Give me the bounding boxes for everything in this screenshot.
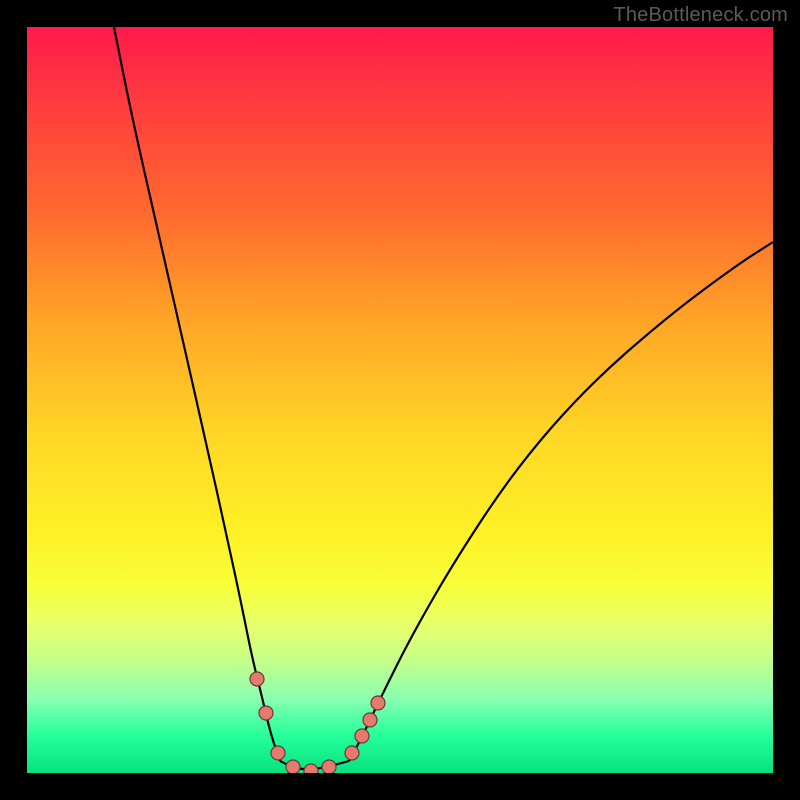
data-marker	[250, 672, 264, 686]
data-marker	[304, 764, 318, 773]
data-marker	[355, 729, 369, 743]
data-marker	[371, 696, 385, 710]
chart-plot-area	[27, 27, 773, 773]
data-marker	[259, 706, 273, 720]
data-marker	[363, 713, 377, 727]
chart-frame: TheBottleneck.com	[0, 0, 800, 800]
curve-right	[349, 242, 773, 761]
data-marker	[322, 760, 336, 773]
curve-left	[114, 27, 280, 761]
chart-svg	[27, 27, 773, 773]
data-marker	[345, 746, 359, 760]
data-marker	[286, 760, 300, 773]
curve-markers	[250, 672, 385, 773]
data-marker	[271, 746, 285, 760]
watermark-label: TheBottleneck.com	[613, 4, 788, 27]
